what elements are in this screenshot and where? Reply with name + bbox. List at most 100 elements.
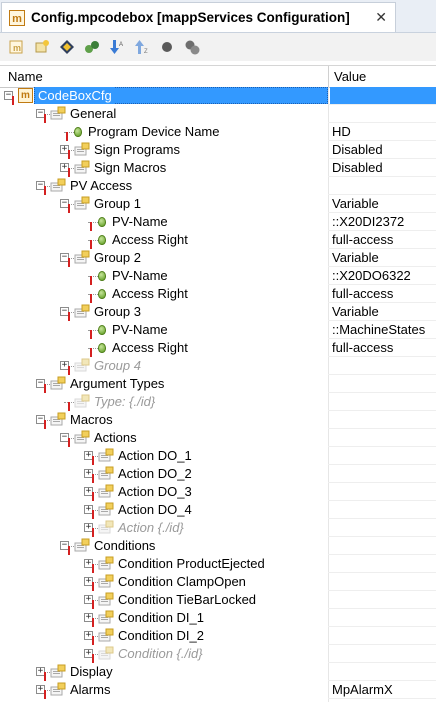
column-name-header[interactable]: Name bbox=[4, 66, 328, 87]
status-marker bbox=[44, 186, 46, 195]
tree-item-value[interactable]: HD bbox=[332, 123, 351, 140]
status-marker bbox=[92, 528, 94, 537]
tree-row[interactable]: + Sign Macros Disabled bbox=[0, 159, 436, 177]
svg-text:Z: Z bbox=[144, 49, 148, 55]
tree-row[interactable]: + Action DO_1 bbox=[0, 447, 436, 465]
tree-row[interactable]: Access Right full-access bbox=[0, 231, 436, 249]
tree-row[interactable]: − Group 1 Variable bbox=[0, 195, 436, 213]
status-marker bbox=[68, 258, 70, 267]
tree-row[interactable]: + Action DO_2 bbox=[0, 465, 436, 483]
status-marker bbox=[90, 348, 92, 357]
tree-row[interactable]: − Group 3 Variable bbox=[0, 303, 436, 321]
tree-row[interactable]: Access Right full-access bbox=[0, 285, 436, 303]
tree-row[interactable]: − Conditions bbox=[0, 537, 436, 555]
group-icon bbox=[50, 664, 66, 678]
group-icon bbox=[98, 484, 114, 498]
status-marker bbox=[44, 690, 46, 699]
status-marker bbox=[68, 204, 70, 213]
tree-item-value[interactable]: ::X20DO6322 bbox=[332, 267, 411, 284]
tree-item-value[interactable]: ::MachineStates bbox=[332, 321, 425, 338]
group-icon bbox=[98, 574, 114, 588]
status-marker bbox=[92, 456, 94, 465]
template-group-icon bbox=[98, 520, 114, 534]
tree-row[interactable]: − PV Access bbox=[0, 177, 436, 195]
tree-row[interactable]: − Group 2 Variable bbox=[0, 249, 436, 267]
tree-row[interactable]: + Group 4 bbox=[0, 357, 436, 375]
sort-desc-icon[interactable]: A bbox=[108, 38, 126, 56]
tree-item-value[interactable]: MpAlarmX bbox=[332, 681, 393, 698]
settings-icon[interactable] bbox=[183, 38, 201, 56]
tree-row[interactable]: Program Device Name HD bbox=[0, 123, 436, 141]
status-marker bbox=[92, 564, 94, 573]
tree-item-label: Actions bbox=[94, 430, 137, 445]
parameter-icon bbox=[74, 127, 82, 137]
tree-row[interactable]: PV-Name::X20DO6322 bbox=[0, 267, 436, 285]
tree-row[interactable]: + Condition {./id} bbox=[0, 645, 436, 663]
tree-row[interactable]: PV-Name::X20DI2372 bbox=[0, 213, 436, 231]
tree-row[interactable]: + Alarms MpAlarmX bbox=[0, 681, 436, 699]
group-icon bbox=[98, 628, 114, 642]
tree-row[interactable]: − Macros bbox=[0, 411, 436, 429]
group-icon bbox=[98, 448, 114, 462]
parameter-icon bbox=[98, 289, 106, 299]
parameter-icon bbox=[98, 343, 106, 353]
tree-item-label: Program Device Name bbox=[88, 124, 220, 139]
group-icon bbox=[74, 538, 90, 552]
status-marker bbox=[68, 150, 70, 159]
tree-row[interactable]: − General bbox=[0, 105, 436, 123]
tree-row[interactable]: + Action DO_3 bbox=[0, 483, 436, 501]
status-marker bbox=[44, 114, 46, 123]
status-marker bbox=[66, 132, 68, 141]
tree-row[interactable]: + Condition DI_1 bbox=[0, 609, 436, 627]
template-group-icon bbox=[74, 358, 90, 372]
tree-item-value[interactable]: Disabled bbox=[332, 159, 383, 176]
record-icon[interactable] bbox=[158, 38, 176, 56]
tree-item-value[interactable]: Disabled bbox=[332, 141, 383, 158]
tree-item-label: Access Right bbox=[112, 232, 188, 247]
tree-item-label: Action {./id} bbox=[118, 520, 184, 535]
add-element-icon[interactable] bbox=[33, 38, 51, 56]
tree-item-label: Sign Programs bbox=[94, 142, 180, 157]
tree-item-value[interactable]: full-access bbox=[332, 285, 393, 302]
tree-row[interactable]: Access Right full-access bbox=[0, 339, 436, 357]
group-icon bbox=[98, 592, 114, 606]
tree-item-label: PV-Name bbox=[112, 322, 168, 337]
tree-row[interactable]: − Argument Types bbox=[0, 375, 436, 393]
link-icon[interactable] bbox=[83, 38, 101, 56]
tree-row[interactable]: − Actions bbox=[0, 429, 436, 447]
tree-row[interactable]: + Display bbox=[0, 663, 436, 681]
move-icon[interactable] bbox=[58, 38, 76, 56]
close-icon[interactable]: ✕ bbox=[375, 9, 387, 26]
tree-row[interactable]: + Sign Programs Disabled bbox=[0, 141, 436, 159]
tree-row[interactable]: + Action {./id} bbox=[0, 519, 436, 537]
tree-item-value[interactable]: full-access bbox=[332, 231, 393, 248]
tree-item-value[interactable]: ::X20DI2372 bbox=[332, 213, 404, 230]
column-value-header[interactable]: Value bbox=[330, 66, 436, 87]
tree-row[interactable]: + Condition DI_2 bbox=[0, 627, 436, 645]
tree-item-value[interactable]: Variable bbox=[332, 249, 379, 266]
tree-item-label: Condition {./id} bbox=[118, 646, 203, 661]
status-marker bbox=[92, 474, 94, 483]
tree-row[interactable]: + Condition ProductEjected bbox=[0, 555, 436, 573]
tree-item-label: Condition ProductEjected bbox=[118, 556, 265, 571]
tree-row[interactable]: + Condition TieBarLocked bbox=[0, 591, 436, 609]
tree-row[interactable]: + Condition ClampOpen bbox=[0, 573, 436, 591]
new-object-icon[interactable]: m bbox=[8, 38, 26, 56]
tree-row[interactable]: Type: {./id} bbox=[0, 393, 436, 411]
tree-row[interactable]: + Action DO_4 bbox=[0, 501, 436, 519]
status-marker bbox=[68, 168, 70, 177]
tree-item-label: Condition DI_2 bbox=[118, 628, 204, 643]
tab-config-mpcodebox[interactable]: m Config.mpcodebox [mappServices Configu… bbox=[1, 2, 396, 32]
toolbar: m A Z bbox=[0, 33, 436, 61]
sort-asc-icon[interactable]: Z bbox=[133, 38, 151, 56]
group-icon bbox=[50, 412, 66, 426]
tree-item-value[interactable]: full-access bbox=[332, 339, 393, 356]
template-group-icon bbox=[98, 646, 114, 660]
tree-row[interactable]: − m CodeBoxCfg bbox=[0, 87, 436, 105]
tree-item-value[interactable]: Variable bbox=[332, 303, 379, 320]
column-divider[interactable] bbox=[328, 66, 329, 87]
tree-row[interactable]: PV-Name::MachineStates bbox=[0, 321, 436, 339]
tree-item-label: Action DO_1 bbox=[118, 448, 192, 463]
tree-item-value[interactable]: Variable bbox=[332, 195, 379, 212]
tree-item-label: Argument Types bbox=[70, 376, 165, 391]
